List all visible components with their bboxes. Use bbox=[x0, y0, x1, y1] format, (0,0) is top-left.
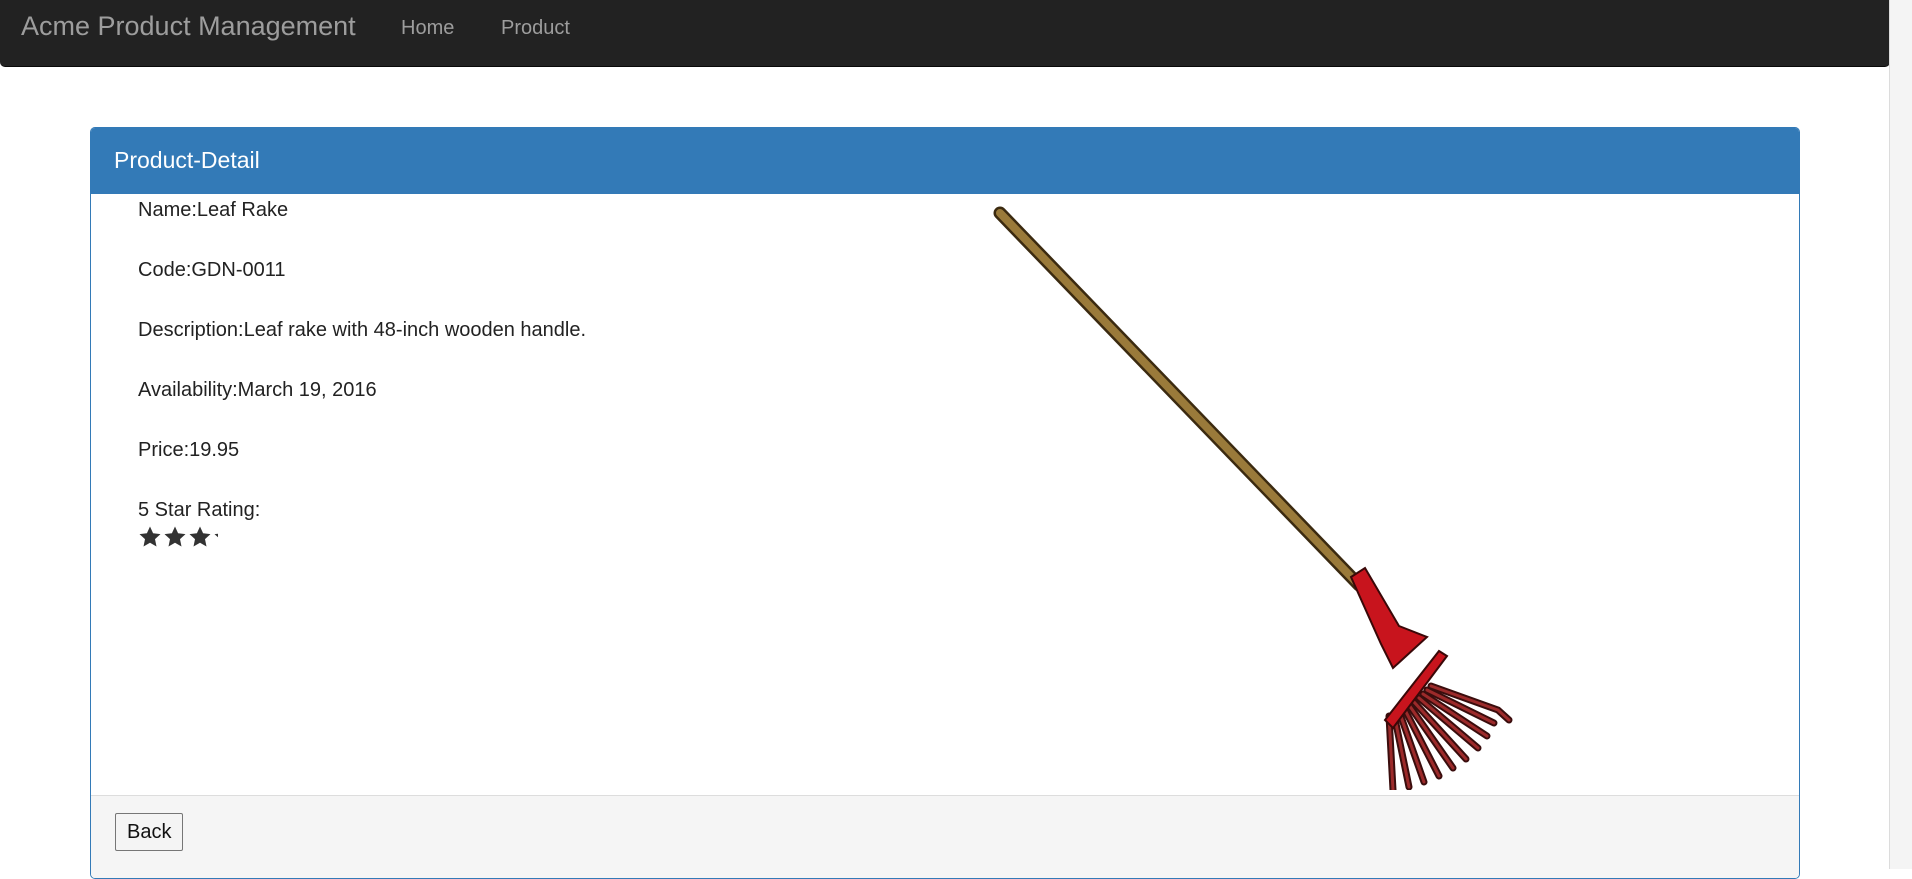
product-price: Price:19.95 bbox=[138, 439, 240, 461]
star-row bbox=[138, 525, 218, 549]
star-icon bbox=[164, 526, 186, 547]
back-button[interactable]: Back bbox=[115, 813, 184, 851]
star-icon bbox=[214, 533, 218, 538]
product-code: Code:GDN-0011 bbox=[138, 259, 286, 281]
navbar: Acme Product Management Home Product bbox=[0, 0, 1890, 67]
star-icon bbox=[189, 526, 211, 547]
nav-link-home[interactable]: Home bbox=[401, 17, 454, 40]
star-rating bbox=[138, 525, 278, 551]
leaf-rake-icon bbox=[993, 206, 1513, 790]
product-availability: Availability:March 19, 2016 bbox=[138, 379, 377, 401]
panel-title: Product-Detail bbox=[114, 147, 260, 173]
nav-link-product[interactable]: Product bbox=[501, 17, 570, 40]
rating-label: 5 Star Rating: bbox=[138, 499, 261, 521]
product-detail-panel: Product-Detail Name:Leaf Rake Code:GDN-0… bbox=[90, 127, 1800, 879]
product-description: Description:Leaf rake with 48-inch woode… bbox=[138, 319, 587, 341]
star-rating-fill bbox=[138, 525, 218, 551]
brand-link[interactable]: Acme Product Management bbox=[21, 11, 356, 42]
vertical-scrollbar[interactable] bbox=[1889, 0, 1912, 869]
panel-footer: Back bbox=[91, 795, 1799, 878]
panel-heading: Product-Detail bbox=[91, 128, 1799, 194]
product-name: Name:Leaf Rake bbox=[138, 199, 289, 221]
star-icon bbox=[139, 526, 161, 547]
